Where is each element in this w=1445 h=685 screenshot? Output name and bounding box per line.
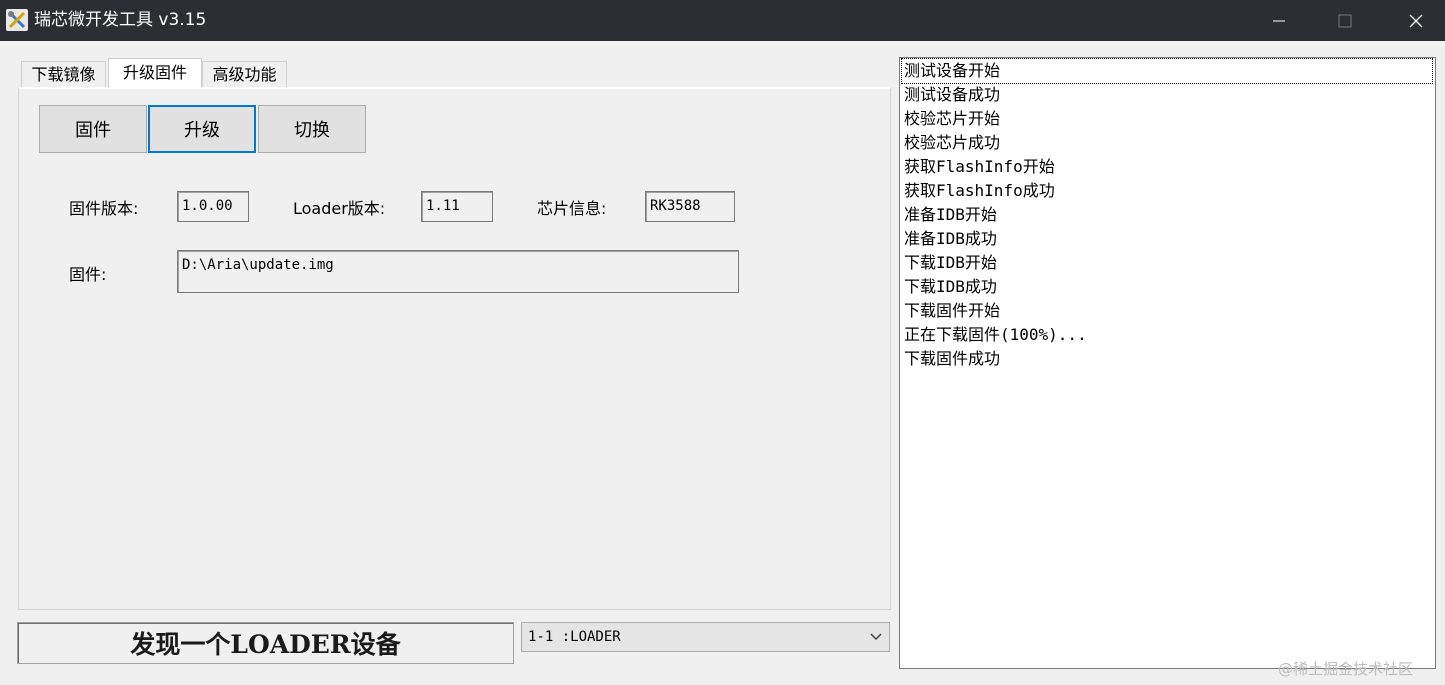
maximize-button[interactable] — [1322, 0, 1368, 41]
log-item[interactable]: 下载固件开始 — [904, 299, 1000, 323]
firmware-path-field: D:\Aria\update.img — [177, 250, 739, 293]
minimize-icon — [1273, 20, 1285, 21]
chevron-down-icon — [870, 633, 882, 641]
log-item[interactable]: 校验芯片成功 — [904, 131, 1000, 155]
log-item[interactable]: 校验芯片开始 — [904, 107, 1000, 131]
log-item[interactable]: 获取FlashInfo开始 — [904, 155, 1055, 179]
tab-advanced[interactable]: 高级功能 — [202, 61, 287, 88]
log-item[interactable]: 下载固件成功 — [904, 347, 1000, 371]
upgrade-button[interactable]: 升级 — [148, 105, 256, 153]
status-message: 发现一个LOADER设备 — [17, 622, 514, 664]
maximize-icon — [1338, 14, 1352, 27]
upgrade-firmware-panel — [18, 87, 891, 610]
tab-upgrade-firmware[interactable]: 升级固件 — [108, 58, 202, 88]
log-item[interactable]: 准备IDB成功 — [904, 227, 997, 251]
tab-download-image[interactable]: 下载镜像 — [21, 61, 106, 88]
watermark: @稀土掘金技术社区 — [1278, 660, 1414, 678]
title-bar[interactable]: 瑞芯微开发工具 v3.15 — [0, 0, 1445, 41]
log-item[interactable]: 准备IDB开始 — [904, 203, 997, 227]
firmware-version-field: 1.0.00 — [177, 191, 249, 222]
log-item[interactable]: 下载IDB成功 — [904, 275, 997, 299]
firmware-button[interactable]: 固件 — [39, 105, 147, 153]
log-item[interactable]: 正在下载固件(100%)... — [904, 323, 1087, 347]
device-select[interactable]: 1-1 :LOADER — [521, 622, 890, 652]
close-button[interactable] — [1393, 0, 1439, 41]
chip-info-field: RK3588 — [645, 191, 735, 222]
chip-info-label: 芯片信息: — [537, 199, 607, 218]
loader-version-label: Loader版本: — [293, 199, 386, 218]
minimize-button[interactable] — [1256, 0, 1302, 41]
window-title: 瑞芯微开发工具 v3.15 — [34, 10, 207, 30]
device-select-value: 1-1 :LOADER — [528, 629, 621, 645]
tools-icon — [6, 9, 28, 31]
log-item[interactable]: 测试设备开始 — [901, 58, 1433, 84]
log-item[interactable]: 测试设备成功 — [904, 83, 1000, 107]
switch-button[interactable]: 切换 — [258, 105, 366, 153]
close-icon — [1409, 14, 1423, 27]
firmware-version-label: 固件版本: — [69, 199, 139, 218]
log-list[interactable]: 测试设备开始 测试设备成功 校验芯片开始 校验芯片成功 获取FlashInfo开… — [899, 57, 1436, 669]
log-item[interactable]: 下载IDB开始 — [904, 251, 997, 275]
log-item[interactable]: 获取FlashInfo成功 — [904, 179, 1055, 203]
firmware-path-label: 固件: — [69, 265, 107, 284]
loader-version-field: 1.11 — [421, 191, 493, 222]
